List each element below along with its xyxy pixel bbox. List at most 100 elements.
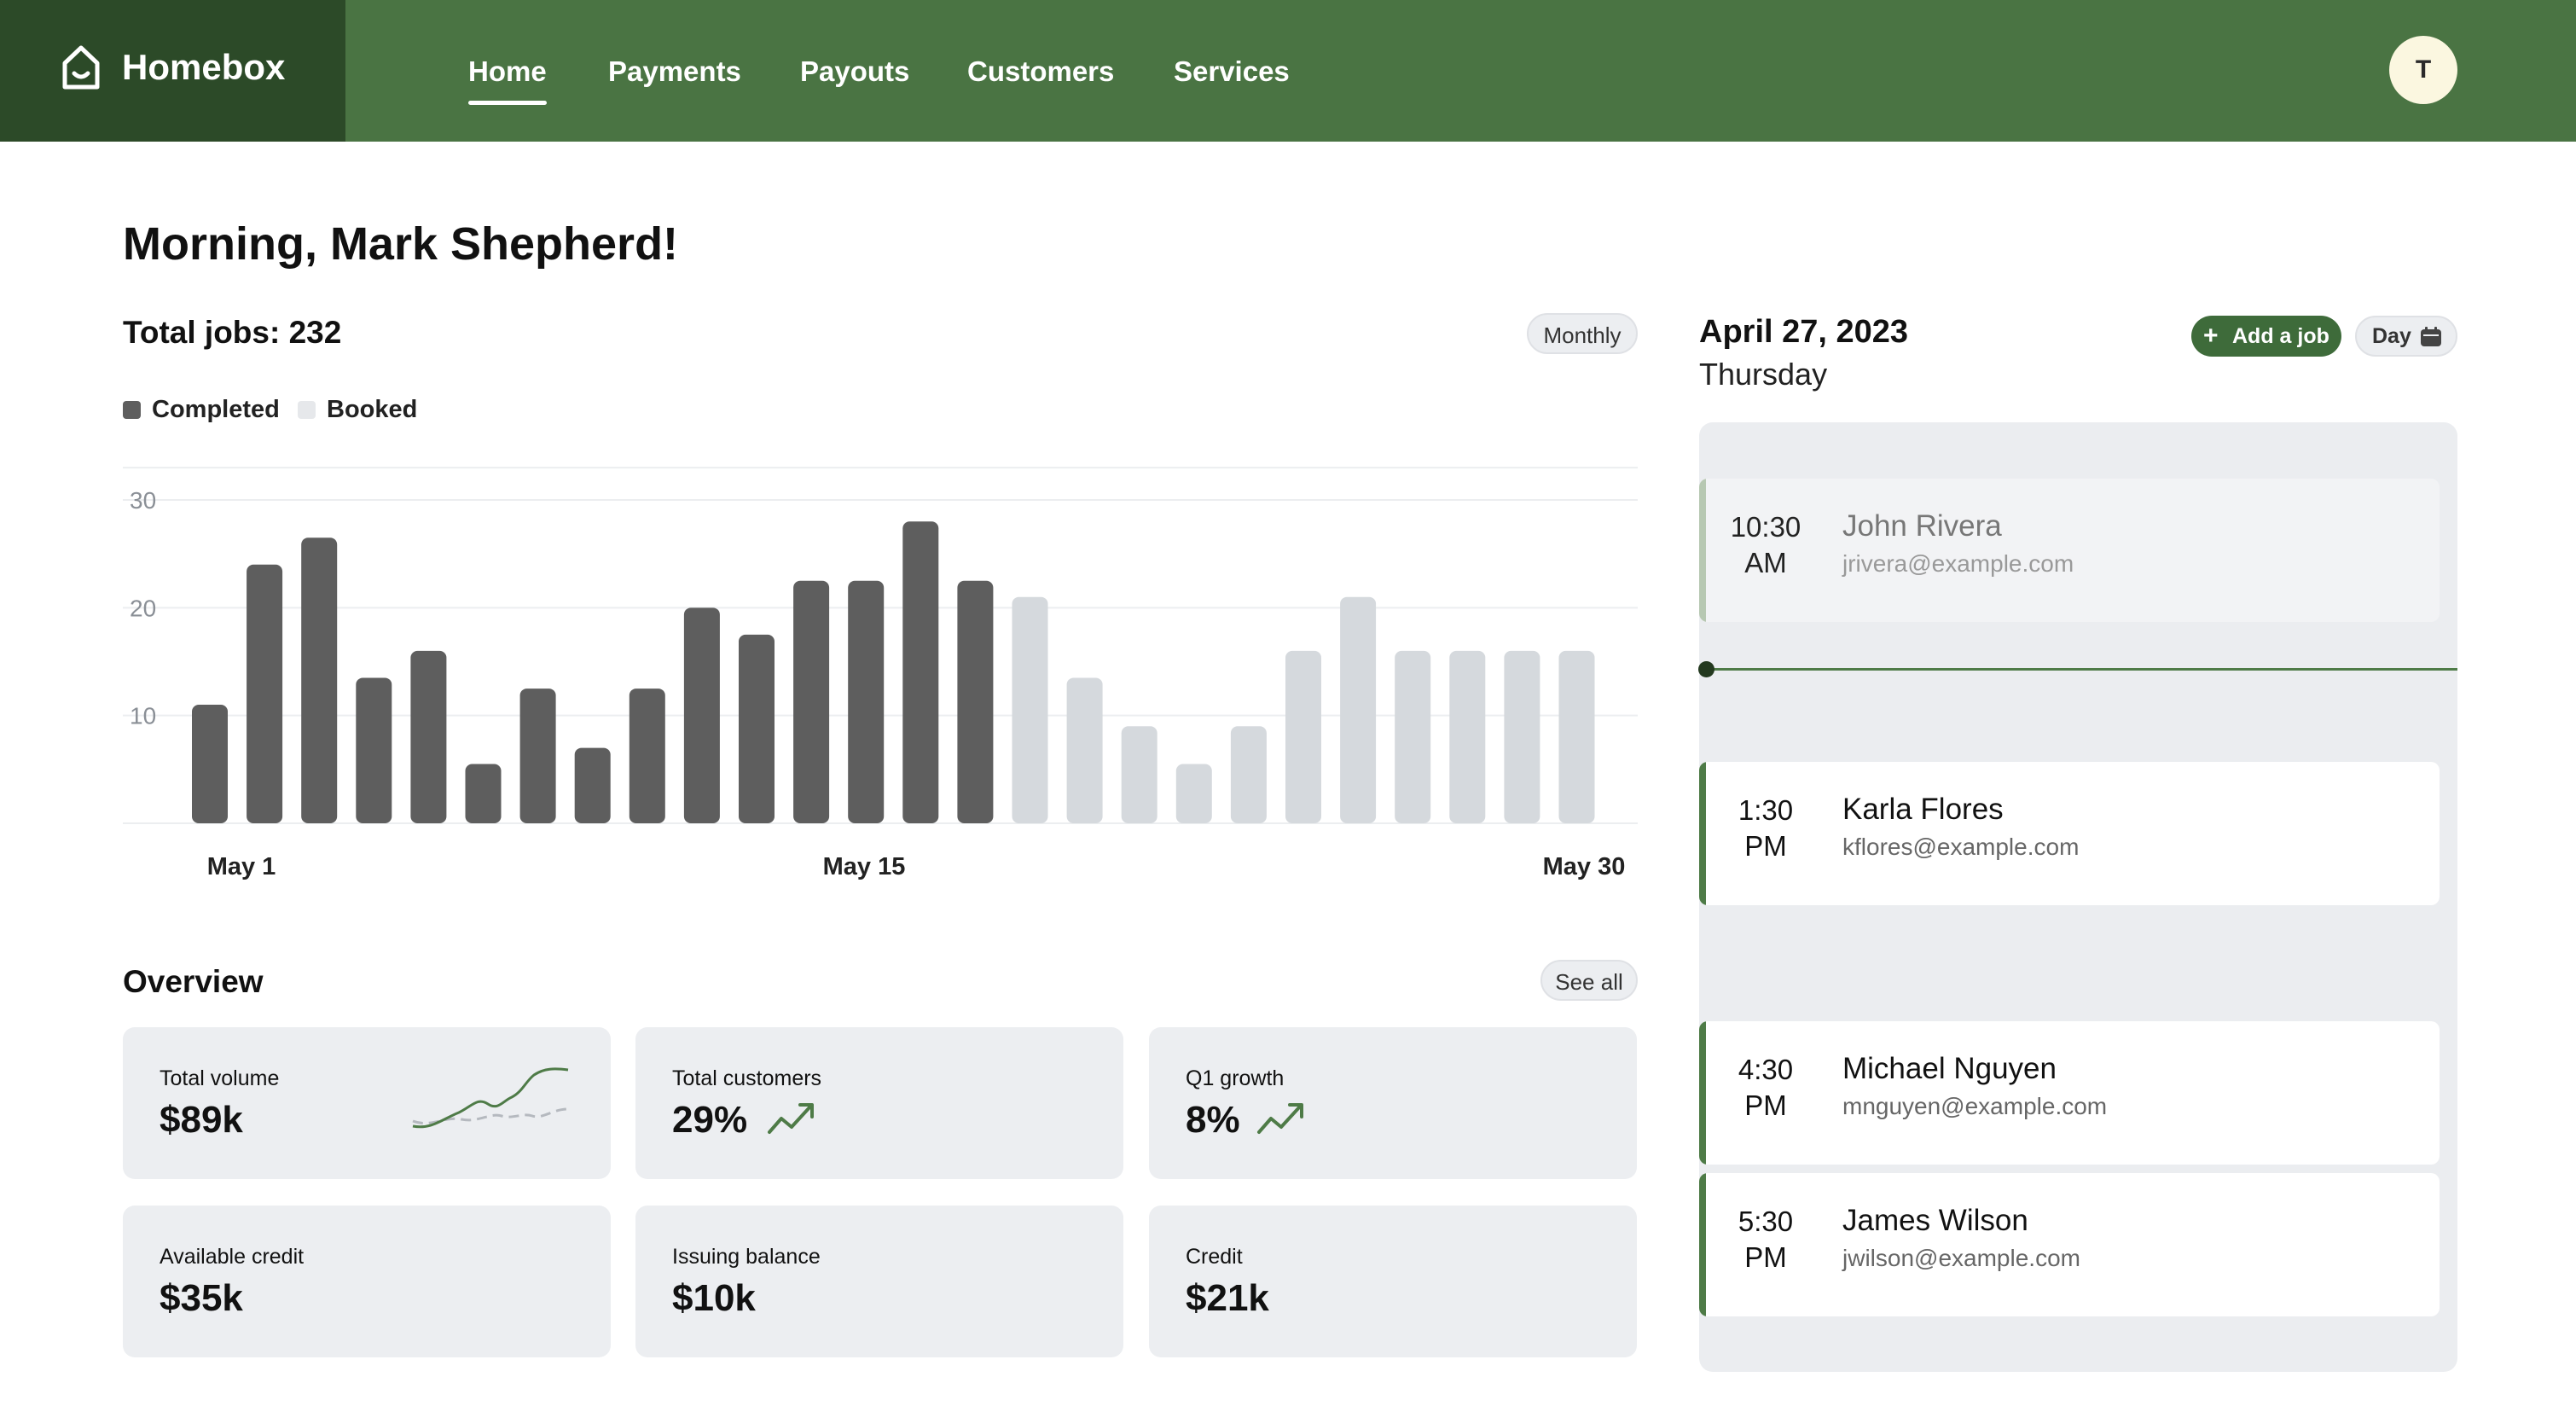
card-label: Total customers	[672, 1066, 822, 1090]
chart-bar-completed	[957, 580, 994, 823]
y-axis-tick-label: 10	[130, 703, 156, 729]
chart-bar-booked	[1449, 650, 1486, 823]
appointment-accent-bar	[1699, 762, 1706, 905]
card-value: 8%	[1186, 1099, 1240, 1141]
chart-bar-completed	[793, 580, 830, 823]
card-label: Issuing balance	[672, 1245, 821, 1269]
appointment-customer-name: James Wilson	[1842, 1204, 2028, 1237]
chart-bar-completed	[519, 688, 556, 823]
legend-booked-swatch	[298, 401, 316, 419]
appointment-time: 10:30 AM	[1730, 511, 1801, 578]
brand-name: Homebox	[122, 47, 286, 87]
nav-payments[interactable]: Payments	[608, 55, 741, 89]
chart-bar-completed	[465, 764, 502, 823]
schedule-date: April 27, 2023	[1699, 314, 1909, 350]
appointment-accent-bar	[1699, 479, 1706, 622]
total-jobs-heading: Total jobs: 232	[123, 315, 342, 350]
day-view-button[interactable]: Day	[2355, 316, 2457, 357]
card-total-volume[interactable]: Total volume $89k	[123, 1027, 611, 1179]
card-label: Total volume	[160, 1066, 280, 1090]
legend-completed-swatch	[123, 401, 141, 419]
card-issuing-balance[interactable]: Issuing balance $10k	[635, 1206, 1123, 1357]
appointment-customer-name: Karla Flores	[1842, 793, 2004, 826]
appointment-time: 1:30 PM	[1738, 794, 1794, 862]
trend-up-icon	[768, 1103, 814, 1134]
card-label: Credit	[1186, 1245, 1243, 1269]
card-available-credit[interactable]: Available credit $35k	[123, 1206, 611, 1357]
chart-bar-completed	[574, 747, 611, 823]
legend-booked-label: Booked	[327, 396, 418, 423]
add-job-label: Add a job	[2232, 324, 2329, 348]
chart-bar-booked	[1558, 650, 1595, 823]
page-greeting: Morning, Mark Shepherd!	[123, 218, 679, 270]
current-time-marker	[1698, 661, 1714, 677]
card-value: $35k	[160, 1277, 243, 1319]
chart-bar-completed	[683, 607, 720, 823]
period-select-button[interactable]: Monthly	[1527, 313, 1638, 354]
chart-bar-booked	[1121, 726, 1157, 823]
appointment-accent-bar	[1699, 1021, 1706, 1165]
chart-bar-booked	[1012, 596, 1048, 823]
chart-bar-completed	[356, 677, 392, 823]
nav-services[interactable]: Services	[1174, 55, 1290, 89]
chart-bar-completed	[192, 705, 228, 823]
calendar-icon	[2421, 327, 2441, 346]
y-axis-tick-label: 20	[130, 595, 156, 621]
appointment-customer-name: Michael Nguyen	[1842, 1052, 2057, 1085]
chart-bar-completed	[301, 537, 338, 823]
card-total-customers[interactable]: Total customers 29%	[635, 1027, 1123, 1179]
house-icon	[62, 45, 100, 90]
card-value: $21k	[1186, 1277, 1269, 1319]
chart-bar-completed	[902, 521, 939, 823]
nav-home[interactable]: Home	[468, 55, 547, 89]
card-label: Q1 growth	[1186, 1066, 1285, 1090]
appointment-card[interactable]: 4:30 PM Michael Nguyen mnguyen@example.co…	[1699, 1021, 2440, 1165]
sparkline-chart	[412, 1067, 569, 1129]
schedule-weekday: Thursday	[1699, 357, 1828, 392]
appointment-card[interactable]: 5:30 PM James Wilson jwilson@example.com	[1699, 1173, 2440, 1316]
chart-bar-booked	[1504, 650, 1540, 823]
appointment-customer-email: kflores@example.com	[1842, 834, 2080, 860]
chart-bar-booked	[1175, 764, 1212, 823]
appointment-accent-bar	[1699, 1173, 1706, 1316]
nav-customers[interactable]: Customers	[967, 55, 1114, 89]
chart-bar-completed	[247, 564, 283, 823]
y-axis-tick-label: 30	[130, 487, 156, 514]
active-nav-indicator	[468, 101, 547, 105]
brand-block[interactable]: Homebox	[0, 0, 345, 142]
appointment-card[interactable]: 10:30 AM John Rivera jrivera@example.com	[1699, 479, 2440, 622]
chart-bar-booked	[1066, 677, 1103, 823]
card-label: Available credit	[160, 1245, 305, 1269]
appointment-customer-email: jrivera@example.com	[1842, 550, 2074, 577]
add-job-button[interactable]: + Add a job	[2191, 316, 2341, 357]
see-all-button[interactable]: See all	[1540, 960, 1638, 1001]
legend-completed-label: Completed	[152, 396, 280, 423]
day-view-label: Day	[2372, 324, 2411, 348]
appointment-customer-name: John Rivera	[1842, 509, 2002, 543]
chart-bar-completed	[848, 580, 885, 823]
chart-bar-completed	[629, 688, 665, 823]
card-credit[interactable]: Credit $21k	[1149, 1206, 1637, 1357]
plus-icon: +	[2203, 322, 2219, 350]
appointment-customer-email: mnguyen@example.com	[1842, 1093, 2108, 1119]
chart-bar-completed	[739, 634, 775, 823]
chart-bar-booked	[1340, 596, 1377, 823]
card-q1-growth[interactable]: Q1 growth 8%	[1149, 1027, 1637, 1179]
x-axis-tick-label: May 1	[207, 853, 276, 880]
chart-bar-booked	[1285, 650, 1321, 823]
card-value: $10k	[672, 1277, 756, 1319]
chart-bar-completed	[410, 650, 447, 823]
appointment-time: 4:30 PM	[1738, 1054, 1794, 1121]
card-value: 29%	[672, 1099, 748, 1141]
current-time-line	[1699, 668, 2457, 671]
x-axis-tick-label: May 30	[1543, 853, 1626, 880]
chart-bar-booked	[1230, 726, 1267, 823]
card-value: $89k	[160, 1099, 243, 1141]
user-avatar[interactable]: T	[2389, 36, 2457, 104]
x-axis-tick-label: May 15	[823, 853, 906, 880]
trend-up-icon	[1257, 1103, 1303, 1134]
overview-heading: Overview	[123, 964, 264, 999]
nav-payouts[interactable]: Payouts	[800, 55, 909, 89]
schedule-panel: 10:30 AM John Rivera jrivera@example.com …	[1699, 422, 2457, 1372]
appointment-card[interactable]: 1:30 PM Karla Flores kflores@example.com	[1699, 762, 2440, 905]
